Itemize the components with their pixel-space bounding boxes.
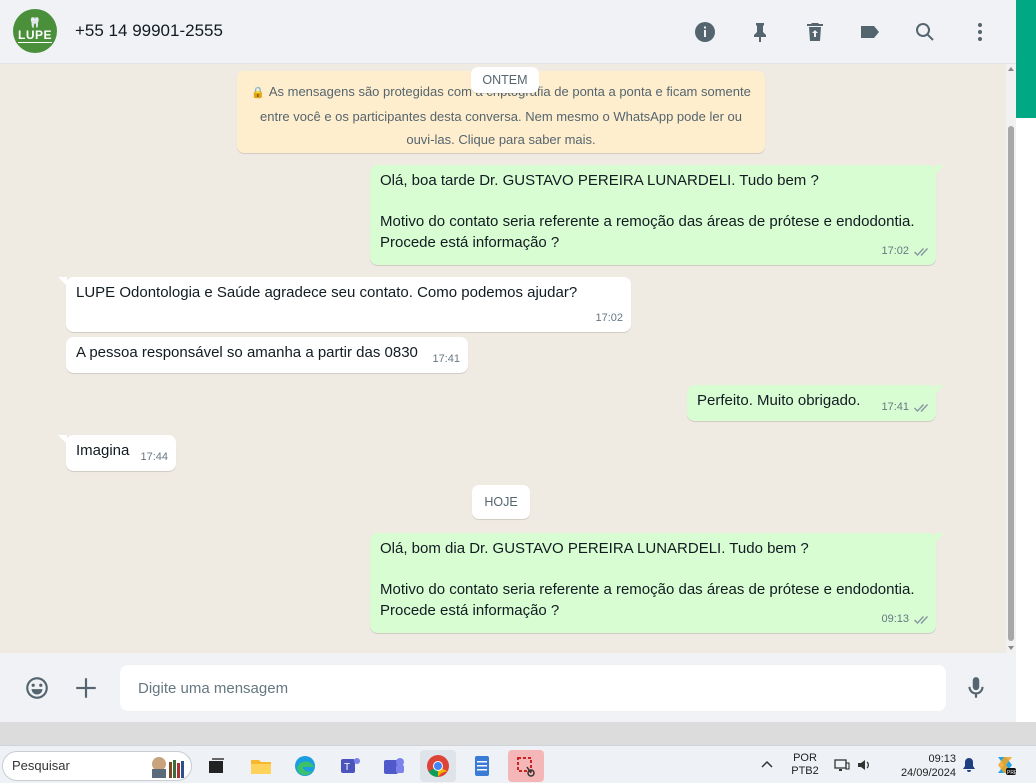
svg-text:PRE: PRE bbox=[1007, 770, 1016, 776]
message-text: Olá, boa tarde Dr. GUSTAVO PEREIRA LUNAR… bbox=[380, 172, 915, 251]
notepad-icon[interactable] bbox=[464, 750, 500, 782]
message-bubble-outgoing[interactable]: Olá, boa tarde Dr. GUSTAVO PEREIRA LUNAR… bbox=[370, 165, 944, 265]
label-icon[interactable] bbox=[852, 14, 888, 50]
message-time: 09:13 bbox=[881, 612, 909, 625]
double-check-icon bbox=[912, 401, 928, 413]
input-language-indicator[interactable]: POR PTB2 bbox=[790, 752, 820, 783]
scroll-down-arrow-icon[interactable] bbox=[1008, 646, 1014, 650]
snipping-tool-icon[interactable] bbox=[508, 750, 544, 782]
svg-text:T: T bbox=[344, 762, 350, 773]
edge-browser-icon[interactable] bbox=[287, 750, 323, 782]
system-clock[interactable]: 09:13 24/09/2024 bbox=[890, 752, 956, 783]
message-time: 17:02 bbox=[595, 311, 623, 324]
message-time: 17:44 bbox=[140, 450, 168, 463]
task-view-icon[interactable] bbox=[198, 750, 234, 782]
volume-icon[interactable] bbox=[856, 757, 872, 773]
keyboard-layout: PTB2 bbox=[791, 765, 819, 777]
search-icon[interactable] bbox=[907, 14, 943, 50]
lock-icon: 🔒 bbox=[251, 87, 265, 99]
avatar-logo-text: LUPE bbox=[17, 28, 52, 43]
message-text: A pessoa responsável so amanha a partir … bbox=[76, 344, 418, 361]
info-icon[interactable] bbox=[687, 14, 723, 50]
teams-icon[interactable]: T bbox=[332, 750, 368, 782]
message-composer bbox=[0, 653, 1016, 722]
language-code: POR bbox=[793, 752, 817, 764]
date-divider-yesterday: ONTEM bbox=[471, 67, 539, 93]
message-list[interactable]: 🔒As mensagens são protegidas com a cript… bbox=[0, 64, 1016, 653]
clock-date: 24/09/2024 bbox=[900, 767, 956, 779]
teams-work-icon[interactable] bbox=[376, 750, 412, 782]
message-time: 17:41 bbox=[881, 400, 909, 413]
emoji-icon[interactable] bbox=[22, 673, 52, 703]
show-hidden-icons-chevron-up-icon[interactable] bbox=[758, 756, 776, 774]
chat-scrollbar[interactable] bbox=[1006, 64, 1016, 653]
notification-bell-icon[interactable] bbox=[961, 757, 977, 773]
file-explorer-icon[interactable] bbox=[243, 750, 279, 782]
message-meta: 17:02 bbox=[881, 241, 928, 262]
attach-plus-icon[interactable] bbox=[71, 673, 101, 703]
right-gutter bbox=[1016, 118, 1036, 722]
chrome-browser-icon[interactable] bbox=[420, 750, 456, 782]
more-icon[interactable] bbox=[962, 14, 998, 50]
message-meta: 09:13 bbox=[881, 609, 928, 630]
scroll-up-arrow-icon[interactable] bbox=[1008, 67, 1014, 71]
message-input[interactable] bbox=[120, 665, 946, 711]
avatar[interactable]: 🦷 LUPE bbox=[13, 9, 57, 53]
message-meta: 17:41 bbox=[881, 397, 928, 418]
date-divider-today: HOJE bbox=[472, 485, 530, 519]
taskbar-search-box[interactable]: Pesquisar bbox=[2, 751, 192, 781]
microphone-icon[interactable] bbox=[961, 673, 991, 703]
message-bubble-incoming[interactable]: LUPE Odontologia e Saúde agradece seu co… bbox=[58, 277, 631, 332]
message-time: 17:02 bbox=[881, 244, 909, 257]
taskbar-search-label: Pesquisar bbox=[12, 758, 70, 773]
double-check-icon bbox=[912, 613, 928, 625]
scrollbar-thumb[interactable] bbox=[1008, 126, 1014, 641]
message-text: Olá, bom dia Dr. GUSTAVO PEREIRA LUNARDE… bbox=[380, 540, 915, 619]
contact-name[interactable]: +55 14 99901-2555 bbox=[75, 21, 223, 41]
pin-icon[interactable] bbox=[742, 14, 778, 50]
windows-taskbar: Pesquisar T POR PTB2 09:13 24/09/2024 PR… bbox=[0, 745, 1036, 783]
message-bubble-outgoing[interactable]: Olá, bom dia Dr. GUSTAVO PEREIRA LUNARDE… bbox=[370, 533, 944, 633]
header-actions bbox=[668, 14, 998, 50]
message-meta: 17:02 bbox=[595, 308, 623, 329]
window-bottom-band bbox=[0, 722, 1036, 745]
message-time: 17:41 bbox=[432, 352, 460, 365]
delete-icon[interactable] bbox=[797, 14, 833, 50]
whatsapp-window: 🦷 LUPE +55 14 99901-2555 🔒 As mensagens … bbox=[0, 0, 1036, 783]
message-bubble-outgoing[interactable]: Perfeito. Muito obrigado. 17:41 bbox=[687, 385, 944, 421]
message-bubble-incoming[interactable]: A pessoa responsável so amanha a partir … bbox=[66, 337, 468, 373]
message-meta: 17:41 bbox=[432, 349, 460, 370]
encryption-notice-text: As mensagens são protegidas com a cripto… bbox=[260, 84, 751, 147]
copilot-icon[interactable]: PRE bbox=[994, 754, 1016, 776]
message-meta: 17:44 bbox=[140, 447, 168, 468]
clock-time: 09:13 bbox=[928, 753, 956, 765]
double-check-icon bbox=[912, 245, 928, 257]
chat-header: 🦷 LUPE +55 14 99901-2555 bbox=[0, 0, 1016, 64]
search-highlight-icon bbox=[152, 757, 184, 778]
network-monitor-icon[interactable] bbox=[834, 757, 850, 773]
message-bubble-incoming[interactable]: Imagina 17:44 bbox=[58, 435, 176, 471]
accent-strip bbox=[1016, 0, 1036, 118]
message-text: LUPE Odontologia e Saúde agradece seu co… bbox=[76, 284, 578, 301]
